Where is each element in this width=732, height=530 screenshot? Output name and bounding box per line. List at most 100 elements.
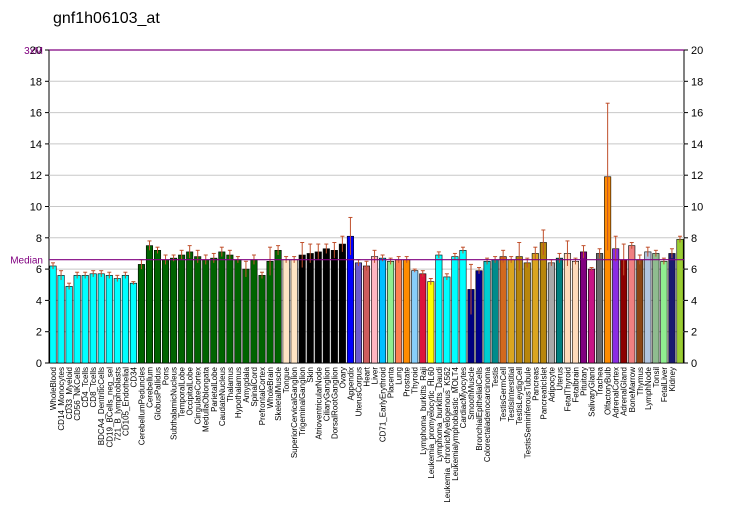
bar	[145, 245, 153, 364]
bar	[515, 256, 523, 364]
bar	[571, 260, 580, 364]
bar	[306, 253, 314, 364]
bar	[531, 253, 539, 364]
bar	[563, 253, 571, 364]
bar	[628, 245, 636, 364]
bar	[290, 259, 298, 364]
bar	[57, 275, 65, 364]
y-tick-label-left: 0	[36, 358, 42, 370]
bar	[97, 273, 105, 364]
bar	[411, 270, 419, 364]
bar	[242, 268, 250, 364]
reference-line-label: 3xM	[24, 46, 43, 57]
bar	[65, 286, 73, 364]
y-tick-label-left: 14	[30, 139, 42, 151]
bar	[612, 248, 620, 364]
bar	[81, 275, 89, 364]
bar	[588, 268, 596, 364]
bar	[274, 250, 282, 364]
y-tick-label-right: 8	[691, 233, 697, 245]
bar	[395, 259, 403, 364]
bar	[105, 275, 113, 364]
y-tick-label-left: 10	[30, 202, 42, 214]
bar	[210, 257, 218, 364]
bar	[435, 254, 443, 364]
bar	[338, 243, 346, 364]
bar	[475, 270, 483, 364]
bar	[129, 282, 137, 364]
bar	[89, 273, 97, 364]
bar	[636, 259, 644, 364]
bar	[226, 254, 234, 364]
bar	[419, 273, 427, 364]
bar	[330, 250, 338, 364]
bar	[555, 257, 563, 364]
bar	[676, 239, 684, 364]
y-tick-label-right: 10	[691, 202, 703, 214]
bar	[499, 256, 507, 364]
bar	[362, 265, 371, 364]
bar	[507, 259, 515, 364]
bar	[153, 250, 162, 364]
bar	[314, 251, 322, 364]
bar	[451, 256, 459, 364]
bar	[258, 275, 266, 364]
bar	[668, 253, 676, 364]
y-tick-label-left: 8	[36, 233, 42, 245]
y-tick-label-right: 16	[691, 108, 703, 120]
bar	[443, 276, 451, 364]
bar	[234, 259, 242, 364]
y-tick-label-right: 20	[691, 45, 703, 57]
bar	[387, 260, 395, 364]
bar	[137, 264, 145, 364]
bar	[178, 254, 186, 364]
bar	[121, 275, 129, 364]
bar	[218, 251, 226, 364]
bar	[346, 235, 354, 364]
y-tick-label-right: 6	[691, 264, 697, 276]
y-tick-label-right: 4	[691, 295, 697, 307]
bar	[371, 256, 379, 364]
y-tick-label-right: 18	[691, 76, 703, 88]
bar	[652, 253, 660, 364]
bar	[644, 251, 652, 364]
bar	[322, 248, 330, 364]
bar	[596, 253, 604, 364]
bar	[250, 259, 258, 364]
bar-chart: 0 02 24 46 68 810 1012 1214 1416 1618 1820 203xMMed…	[10, 45, 703, 503]
y-tick-label-left: 18	[30, 76, 42, 88]
bar	[113, 278, 121, 364]
y-tick-label-right: 0	[691, 358, 697, 370]
y-tick-label-right: 2	[691, 327, 697, 339]
reference-line-label: Median	[10, 256, 43, 267]
bar	[523, 262, 531, 364]
bar	[73, 275, 81, 364]
y-tick-label-left: 2	[36, 327, 42, 339]
bar	[427, 281, 435, 364]
bar	[266, 260, 274, 364]
bar	[491, 259, 499, 364]
bar	[186, 251, 194, 364]
bar	[202, 259, 210, 364]
bar	[547, 262, 555, 364]
bar	[459, 250, 467, 364]
bar	[162, 259, 170, 364]
bar	[49, 265, 57, 364]
y-tick-label-left: 4	[36, 295, 42, 307]
bar	[483, 260, 491, 364]
bar	[194, 256, 202, 364]
bar	[298, 254, 306, 364]
bar	[379, 257, 387, 364]
bar	[170, 257, 178, 364]
bar	[539, 242, 547, 364]
x-tick-label: Kidney	[668, 367, 677, 391]
y-tick-label-right: 14	[691, 139, 703, 151]
bar	[660, 260, 668, 364]
y-tick-label-right: 12	[691, 170, 703, 182]
y-tick-label-left: 16	[30, 108, 42, 120]
bar	[403, 259, 411, 364]
bar	[282, 259, 290, 364]
y-tick-label-left: 12	[30, 170, 42, 182]
bar	[354, 262, 362, 364]
bar	[580, 251, 588, 364]
